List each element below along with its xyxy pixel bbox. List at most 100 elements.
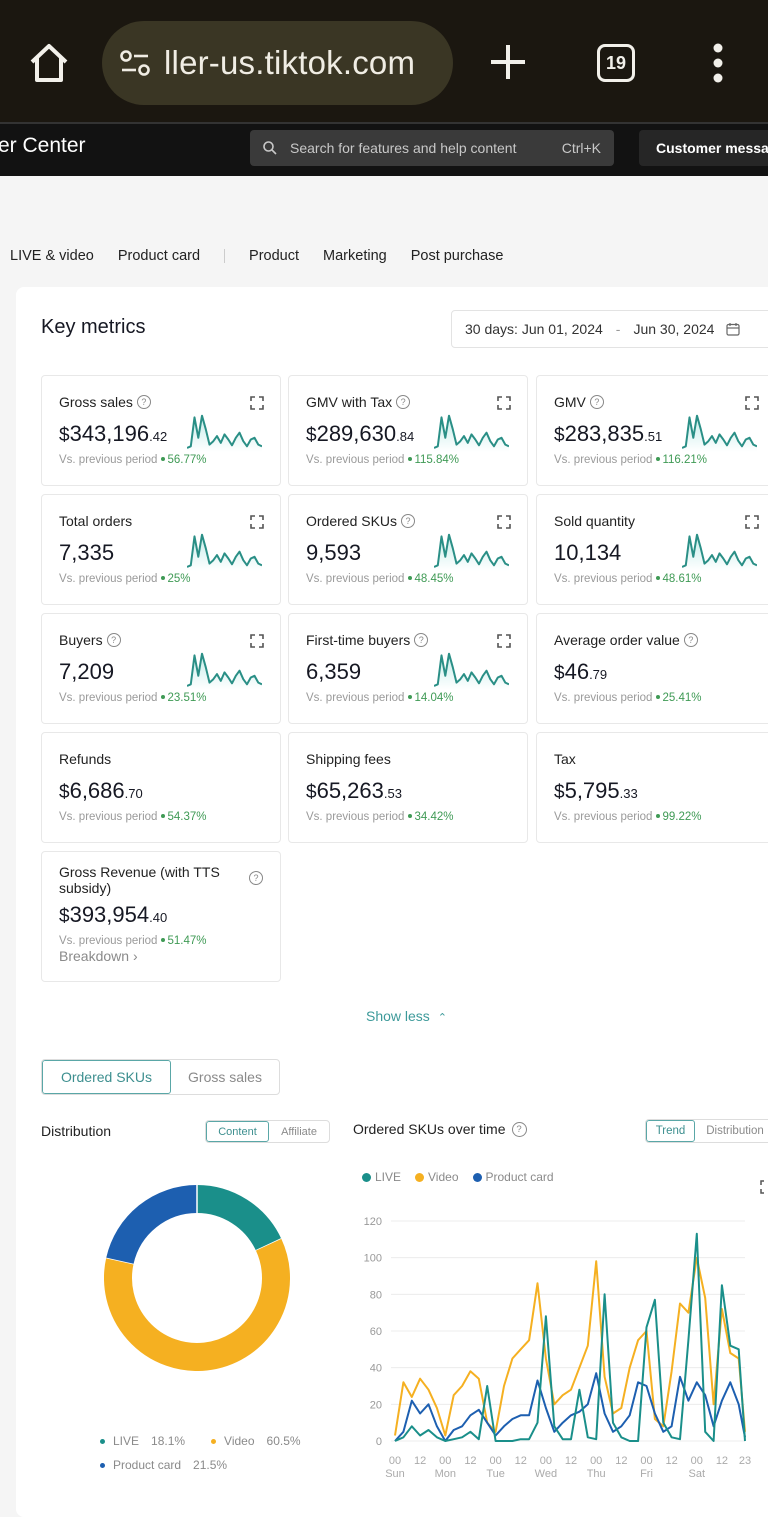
donut-slice-video[interactable] (104, 1238, 290, 1371)
legend-item-product-card[interactable]: Product card (472, 1170, 554, 1184)
expand-icon[interactable] (250, 634, 264, 648)
trend-toggle: Trend Distribution (645, 1119, 768, 1143)
series-line-live[interactable] (394, 1232, 746, 1442)
sparkline-chart (187, 533, 262, 571)
expand-icon[interactable] (497, 396, 511, 410)
chart-fullscreen-icon[interactable] (760, 1180, 768, 1194)
metric-card-gross-sales[interactable]: Gross sales? $343,196.42 Vs. previous peri… (41, 375, 281, 486)
change-percent: 48.61% (656, 573, 701, 585)
show-less-button[interactable]: Show less ⌃ (366, 1008, 447, 1024)
metric-card-gross-revenue-with-tts-subsidy[interactable]: Gross Revenue (with TTS subsidy)? $393,95… (41, 851, 281, 982)
metric-card-total-orders[interactable]: Total orders 7,335 Vs. previous period 25% (41, 494, 281, 605)
legend-dot (211, 1438, 217, 1444)
metric-card-refunds[interactable]: Refunds $6,686.70 Vs. previous period 54.37… (41, 732, 281, 843)
change-value: 51.47% (167, 935, 207, 947)
legend-dot (100, 1462, 105, 1468)
legend-label: Video (428, 1170, 459, 1184)
expand-icon[interactable] (497, 634, 511, 648)
x-tick-hour: 12 (666, 1455, 678, 1467)
comparison: Vs. previous period 116.21% (554, 454, 707, 466)
help-icon[interactable]: ? (511, 1121, 527, 1137)
help-icon[interactable]: ? (414, 633, 429, 647)
metric-title: Ordered SKUs? (306, 513, 416, 529)
expand-icon[interactable] (745, 396, 759, 410)
legend-item-video[interactable]: Video (415, 1170, 459, 1184)
x-tick-hour: 00 (540, 1455, 552, 1467)
calendar-icon (726, 323, 741, 336)
metric-card-ordered-skus[interactable]: Ordered SKUs? 9,593 Vs. previous period 48.… (288, 494, 528, 605)
tab-product-card[interactable]: Product card (118, 248, 200, 264)
help-icon[interactable]: ? (683, 633, 698, 647)
change-value: 25% (167, 573, 191, 585)
metric-card-shipping-fees[interactable]: Shipping fees $65,263.53 Vs. previous peri… (288, 732, 528, 843)
x-tick-hour: 00 (691, 1455, 703, 1467)
expand-icon[interactable] (250, 396, 264, 410)
comparison: Vs. previous period 99.22% (554, 811, 701, 823)
trend-up-icon (656, 576, 661, 580)
tab-switcher-icon[interactable]: 19 (597, 44, 635, 82)
date-range-picker[interactable]: 30 days: Jun 01, 2024 - Jun 30, 2024 (451, 310, 768, 348)
customer-messages-button[interactable]: Customer messa (639, 130, 768, 166)
tab-product[interactable]: Product (249, 248, 299, 264)
help-icon[interactable]: ? (401, 514, 416, 528)
home-icon[interactable] (26, 40, 72, 86)
toggle-content[interactable]: Content (206, 1121, 269, 1142)
sparkline-chart (682, 414, 757, 452)
metric-title-text: Sold quantity (554, 513, 635, 529)
expand-icon[interactable] (250, 515, 264, 529)
address-bar[interactable]: ller-us.tiktok.com (102, 21, 453, 105)
help-icon[interactable]: ? (106, 633, 121, 647)
more-vert-icon[interactable] (706, 42, 730, 84)
toggle-ordered-skus[interactable]: Ordered SKUs (42, 1060, 171, 1094)
comparison-label: Vs. previous period (59, 935, 158, 947)
metric-title-text: Ordered SKUs (306, 513, 398, 529)
donut-slice-product-card[interactable] (106, 1185, 198, 1265)
toggle-affiliate[interactable]: Affiliate (269, 1121, 329, 1142)
tab-live-video[interactable]: LIVE & video (10, 248, 94, 264)
metric-card-tax[interactable]: Tax $5,795.33 Vs. previous period 99.22% (536, 732, 768, 843)
y-tick-label: 100 (364, 1253, 382, 1265)
change-percent: 48.45% (408, 573, 453, 585)
legend-dot (472, 1172, 482, 1182)
change-value: 116.21% (662, 454, 707, 466)
metric-value-main: 343,196 (69, 421, 150, 446)
help-icon[interactable]: ? (396, 395, 411, 409)
metric-card-first-time-buyers[interactable]: First-time buyers? 6,359 Vs. previous peri… (288, 613, 528, 724)
comparison: Vs. previous period 14.04% (306, 692, 453, 704)
metric-value-decimals: .33 (619, 786, 638, 801)
expand-icon[interactable] (745, 515, 759, 529)
metric-card-sold-quantity[interactable]: Sold quantity 10,134 Vs. previous period 48… (536, 494, 768, 605)
toggle-distribution[interactable]: Distribution (695, 1120, 768, 1142)
metric-value-main: 65,263 (316, 778, 384, 803)
toggle-gross-sales[interactable]: Gross sales (171, 1060, 279, 1094)
tab-marketing[interactable]: Marketing (323, 248, 387, 264)
change-percent: 115.84% (408, 454, 459, 466)
expand-icon[interactable] (497, 515, 511, 529)
search-input[interactable]: Search for features and help content Ctr… (250, 130, 614, 166)
x-tick-day: Fri (640, 1468, 653, 1480)
search-placeholder: Search for features and help content (290, 140, 517, 156)
distribution-title: Distribution (41, 1123, 112, 1139)
app-header: er Center Search for features and help c… (0, 122, 768, 176)
x-tick-day: Sun (385, 1468, 405, 1480)
toggle-trend[interactable]: Trend (646, 1120, 695, 1142)
comparison-label: Vs. previous period (59, 573, 158, 585)
metric-card-gmv[interactable]: GMV? $283,835.51 Vs. previous period 116.21… (536, 375, 768, 486)
trend-title-text: Ordered SKUs over time (353, 1121, 506, 1137)
breakdown-link[interactable]: Breakdown › (59, 948, 138, 964)
site-settings-icon[interactable] (118, 46, 152, 80)
metric-card-average-order-value[interactable]: Average order value? $46.79 Vs. previous p… (536, 613, 768, 724)
metric-title-text: GMV (554, 394, 586, 410)
tab-post-purchase[interactable]: Post purchase (411, 248, 504, 264)
metric-card-buyers[interactable]: Buyers? 7,209 Vs. previous period 23.51% (41, 613, 281, 724)
help-icon[interactable]: ? (589, 395, 604, 409)
metric-title-text: Buyers (59, 632, 103, 648)
legend-item-live[interactable]: LIVE (362, 1170, 401, 1184)
metric-value: $6,686.70 (59, 778, 143, 804)
help-icon[interactable]: ? (136, 395, 151, 409)
new-tab-plus-icon[interactable] (488, 42, 528, 82)
metric-card-gmv-with-tax[interactable]: GMV with Tax? $289,630.84 Vs. previous per… (288, 375, 528, 486)
help-icon[interactable]: ? (249, 871, 263, 885)
series-line-product-card[interactable] (394, 1372, 746, 1442)
donut-slice-live[interactable] (196, 1185, 282, 1252)
